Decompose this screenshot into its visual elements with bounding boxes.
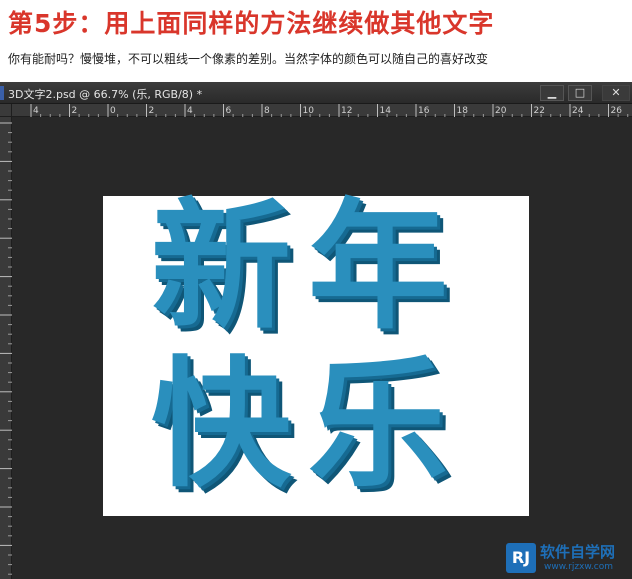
glyph-kuai: 快 <box>151 344 292 507</box>
watermark-name: 软件自学网 <box>540 543 616 561</box>
document-canvas[interactable]: 新 年 快 乐 <box>103 196 529 516</box>
ruler-label: 0 <box>110 106 116 116</box>
ruler-label: 18 <box>457 106 469 116</box>
vertical-ruler[interactable] <box>0 117 12 579</box>
watermark-logo-icon: RJ <box>506 543 536 573</box>
document-titlebar[interactable]: 3D文字2.psd @ 66.7% (乐, RGB/8) * ▁ □ ✕ <box>0 82 632 104</box>
maximize-button[interactable]: □ <box>568 85 592 101</box>
site-watermark: RJ 软件自学网 www.rjzxw.com <box>506 541 628 577</box>
ruler-label: 12 <box>341 106 352 116</box>
document-title: 3D文字2.psd @ 66.7% (乐, RGB/8) * <box>8 88 203 101</box>
glyph-le: 乐 <box>308 344 449 507</box>
step-description: 你有能耐吗？慢慢堆，不可以粗线一个像素的差别。当然字体的颜色可以随自己的喜好改变 <box>8 52 489 66</box>
ruler-label: 2 <box>72 106 78 116</box>
horizontal-ruler[interactable]: 4 2 0 2 4 6 8 10 12 14 16 18 20 22 24 26 <box>12 104 632 117</box>
ruler-label: 10 <box>303 106 315 116</box>
ruler-label: 14 <box>380 106 392 116</box>
photoshop-document-window: 3D文字2.psd @ 66.7% (乐, RGB/8) * ▁ □ ✕ 420… <box>0 82 632 579</box>
ruler-label: 8 <box>264 106 270 116</box>
minimize-button[interactable]: ▁ <box>540 85 564 101</box>
ruler-label: 16 <box>418 106 430 116</box>
ruler-label: 6 <box>226 106 232 116</box>
document-icon <box>0 86 4 100</box>
glyph-nian: 年 <box>308 186 449 349</box>
ruler-label: 4 <box>33 106 39 116</box>
ruler-origin[interactable] <box>0 104 12 117</box>
ruler-label: 4 <box>187 106 193 116</box>
ruler-label: 26 <box>611 106 623 116</box>
canvas-area[interactable]: 新 年 快 乐 <box>12 117 632 579</box>
vertical-ruler-ticks <box>0 122 12 575</box>
horizontal-ruler-ticks: 4 2 0 2 4 6 8 10 12 14 16 18 20 22 24 26 <box>30 104 629 117</box>
ruler-label: 24 <box>572 106 584 116</box>
step-title: 第5步：用上面同样的方法继续做其他文字 <box>8 9 495 38</box>
watermark-url: www.rjzxw.com <box>544 562 613 572</box>
ruler-label: 20 <box>495 106 507 116</box>
glyph-xin: 新 <box>151 186 292 349</box>
ruler-label: 22 <box>534 106 545 116</box>
ruler-label: 2 <box>149 106 155 116</box>
close-button[interactable]: ✕ <box>602 85 630 101</box>
